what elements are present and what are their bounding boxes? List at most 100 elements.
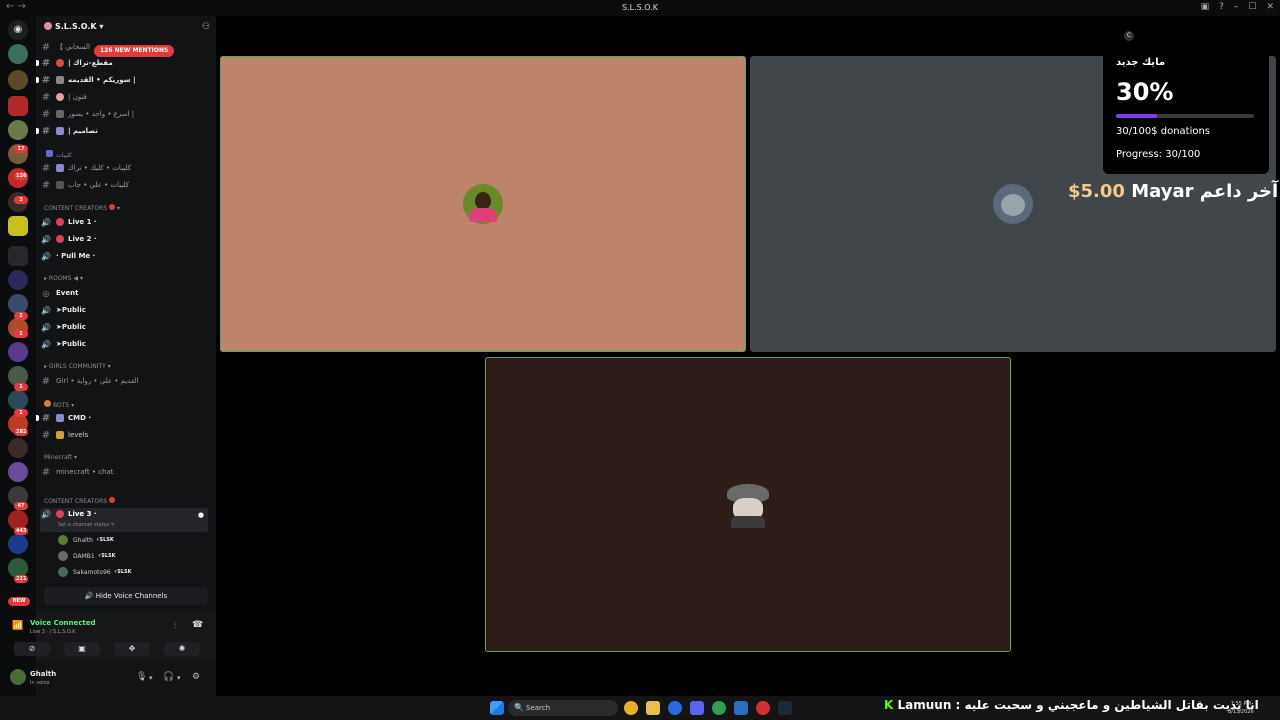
taskbar-clock[interactable]: 7:55 PM 8/13/2026 [1228,700,1254,716]
channel-item[interactable]: # | تصاميم [40,124,208,138]
channel-item[interactable]: # | فنون [40,90,208,104]
user-name[interactable]: Ghalth [30,670,56,678]
server-icon[interactable] [8,294,28,314]
category-bots[interactable]: BOTS ▾ [44,400,74,409]
channel-item[interactable]: # Girl • القديم • علي • رواية [40,374,208,388]
voice-connected-channel[interactable]: Live 3 · / S.L.S.O.K [30,629,76,635]
emoji-icon [56,181,64,189]
chat-bubble-icon[interactable]: ● [198,511,204,519]
user-avatar[interactable] [10,669,26,685]
server-icon[interactable] [8,534,28,554]
category-rooms[interactable]: ▸ ROOMS ◀ ▾ [44,275,83,282]
server-icon[interactable] [8,216,28,236]
maximize-button[interactable]: ☐ [1248,2,1256,12]
disconnect-icon[interactable]: ☎ [192,620,203,630]
server-icon[interactable] [8,390,28,410]
voice-connected-title[interactable]: Voice Connected [30,619,96,627]
category-girls-community[interactable]: ▸ Girls Community ▾ [44,363,111,370]
server-icon[interactable] [8,462,28,482]
voice-channel-item[interactable]: 🔊 ➤ Public [40,303,208,317]
channel-item[interactable]: # CMD · [40,411,208,425]
server-name-header[interactable]: S.L.S.O.K ▾ [44,22,103,31]
emoji-icon [56,127,64,135]
app-icon[interactable] [756,701,770,715]
channel-label: كليبات • كليك • تراك [68,164,131,172]
event-label: Event [56,289,79,297]
hash-icon: # [41,41,51,53]
voice-channel-item[interactable]: 🔊 Live 1 · [40,215,208,229]
server-icon[interactable] [8,342,28,362]
discord-home-icon[interactable]: ◉ [8,20,28,40]
server-icon[interactable] [8,438,28,458]
hide-voice-channels-button[interactable]: 🔊 Hide Voice Channels [44,587,208,605]
camera-button[interactable]: ⊘ [14,642,50,656]
voice-user[interactable]: Ghalth ⚡SLSK [58,534,114,546]
channel-label: · Pull Me · [56,252,96,260]
event-item[interactable]: ◎ Event [40,286,208,300]
emoji-icon [56,76,64,84]
signal-icon[interactable]: 📶 [12,621,23,631]
voice-channel-item[interactable]: 🔊 · Pull Me · [40,249,208,263]
chevron-down-icon[interactable]: ▾ [177,674,181,682]
channel-item[interactable]: # كليبات • كليك • تراك [40,161,208,175]
category-clips[interactable]: كليبات [46,150,72,159]
chrome-icon[interactable] [624,701,638,715]
category-label: ROOMS ◀ [48,275,79,282]
channel-item[interactable]: # اسرع • واحد • يسور | [40,107,208,121]
folder-icon[interactable] [8,246,28,266]
video-tile[interactable] [220,56,746,352]
voice-channel-item[interactable]: 🔊 ➤ Public [40,320,208,334]
noise-suppression-icon[interactable]: ⫶ [174,621,176,631]
add-member-icon[interactable]: ⚇ [202,22,210,32]
windows-start-icon[interactable] [490,701,504,715]
browser-icon[interactable] [712,701,726,715]
chevron-down-icon[interactable]: ▾ [149,674,153,682]
help-icon[interactable]: ? [1219,2,1224,12]
minimize-button[interactable]: – [1234,2,1239,12]
file-explorer-icon[interactable] [646,701,660,715]
voice-channel-live3[interactable]: 🔊 Live 3 · ● [40,508,208,532]
activities-button[interactable]: ✥ [114,642,150,656]
channel-item[interactable]: # سوريكم • القديمه | [40,73,208,87]
clock-time: 7:55 PM [1230,701,1251,707]
server-icon[interactable] [8,44,28,64]
app-icon[interactable] [668,701,682,715]
channel-item[interactable]: # | مقطع-تراك [40,56,208,70]
discord-icon[interactable] [690,701,704,715]
microphone-icon[interactable]: 🎙 [136,672,147,682]
unread-badge: 126 [14,172,29,180]
voice-user[interactable]: Sakamoto96 ⚡SLSK [58,566,132,578]
category-minecraft[interactable]: Minecraft ▾ [44,454,77,461]
channel-status[interactable]: Set a channel status ✎ [58,522,115,528]
soundboard-icon: ✺ [178,644,186,653]
hash-icon: # [41,162,51,174]
settings-gear-icon[interactable]: ⚙ [192,672,200,682]
voice-user[interactable]: DAMB1 ⚡SLSK [58,550,116,562]
voice-channel-item[interactable]: 🔊 ➤ Public [40,337,208,351]
video-tile[interactable] [485,357,1011,652]
channel-label: Live 3 · [68,510,97,518]
server-icon[interactable] [8,70,28,90]
voice-channel-item[interactable]: 🔊 Live 2 · [40,232,208,246]
server-icon[interactable] [8,96,28,116]
server-icon[interactable] [8,120,28,140]
hash-icon: # [41,108,51,120]
title-bar: ← → S.L.S.O.K ▣ ? – ☐ ✕ [0,0,1280,16]
channel-item[interactable]: # كليبات • علي • جاب [40,178,208,192]
close-button[interactable]: ✕ [1266,2,1274,12]
channel-item[interactable]: # minecraft • chat [40,465,208,479]
headphones-icon[interactable]: 🎧 [163,672,174,682]
screen-share-button[interactable]: ▣ [64,642,100,656]
photos-icon[interactable] [734,701,748,715]
server-icon[interactable] [8,270,28,290]
steam-icon[interactable] [778,701,792,715]
channel-item[interactable]: # levels [40,428,208,442]
taskbar-search[interactable]: 🔍 Search [508,700,618,716]
category-content-creators[interactable]: CONTENT CREATORS ▾ [44,204,120,212]
category-label: CONTENT CREATORS [44,205,108,212]
inbox-icon[interactable]: ▣ [1201,2,1210,12]
participant-avatar [463,184,503,224]
soundboard-button[interactable]: ✺ [164,642,200,656]
category-content-creators-2[interactable]: CONTENT CREATORS [44,497,116,505]
speaker-icon: 🔊 [41,322,51,332]
